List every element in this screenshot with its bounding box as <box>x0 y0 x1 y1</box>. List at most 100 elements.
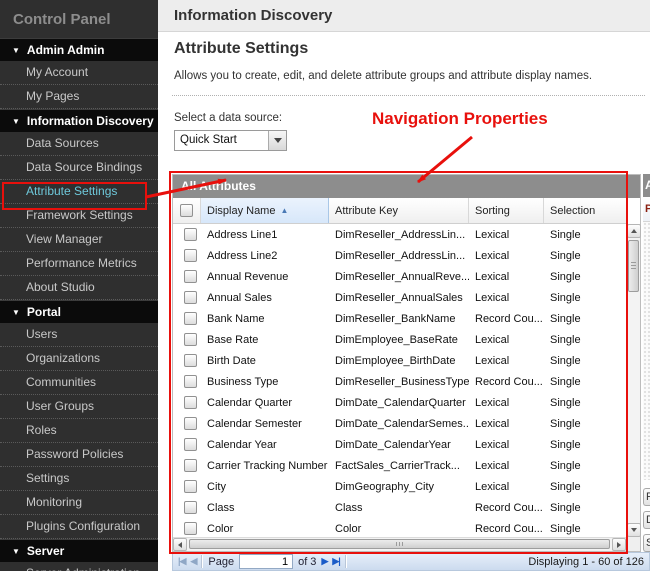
sidebar-section-portal[interactable]: ▼Portal <box>0 300 158 323</box>
table-row[interactable]: Calendar QuarterDimDate_CalendarQuarterL… <box>173 392 626 413</box>
vertical-scrollbar[interactable] <box>626 224 640 537</box>
table-row[interactable]: Birth DateDimEmployee_BirthDateLexicalSi… <box>173 350 626 371</box>
table-row[interactable]: Annual SalesDimReseller_AnnualSalesLexic… <box>173 287 626 308</box>
cell-sorting: Record Cou... <box>469 371 544 392</box>
table-row[interactable]: Business TypeDimReseller_BusinessTypeRec… <box>173 371 626 392</box>
sidebar-item-password-policies[interactable]: Password Policies <box>0 443 158 467</box>
vertical-scroll-thumb[interactable] <box>628 240 639 292</box>
sidebar-item-plugins-configuration[interactable]: Plugins Configuration <box>0 515 158 539</box>
row-checkbox[interactable] <box>184 228 197 241</box>
dropdown-button[interactable] <box>268 131 286 150</box>
cell-sorting: Record Cou... <box>469 308 544 329</box>
row-checkbox[interactable] <box>184 291 197 304</box>
sidebar-item-settings[interactable]: Settings <box>0 467 158 491</box>
clipped-button-3[interactable]: S <box>643 534 650 552</box>
page-description: Allows you to create, edit, and delete a… <box>174 70 592 82</box>
collapse-triangle-icon: ▼ <box>12 309 20 317</box>
clipped-right-buttons: P D S <box>643 488 650 557</box>
scroll-left-button[interactable] <box>173 538 187 551</box>
data-source-select[interactable]: Quick Start <box>174 130 287 151</box>
column-header-selection[interactable]: Selection <box>544 198 626 223</box>
row-checkbox[interactable] <box>184 249 197 262</box>
scroll-right-button[interactable] <box>612 538 626 551</box>
row-checkbox[interactable] <box>184 333 197 346</box>
row-checkbox[interactable] <box>184 354 197 367</box>
clipped-button-2[interactable]: D <box>643 511 650 529</box>
section-label: Information Discovery <box>27 114 154 128</box>
sidebar-section-server[interactable]: ▼Server <box>0 539 158 562</box>
cell-attribute-key: DimGeography_City <box>329 476 469 497</box>
row-checkbox[interactable] <box>184 417 197 430</box>
table-row[interactable]: CityDimGeography_CityLexicalSingle <box>173 476 626 497</box>
sidebar-item-user-groups[interactable]: User Groups <box>0 395 158 419</box>
table-row[interactable]: Carrier Tracking NumberFactSales_Carrier… <box>173 455 626 476</box>
table-row[interactable]: Annual RevenueDimReseller_AnnualReve...L… <box>173 266 626 287</box>
sidebar-item-monitoring[interactable]: Monitoring <box>0 491 158 515</box>
table-row[interactable]: ClassClassRecord Cou...Single <box>173 497 626 518</box>
sidebar-item-my-account[interactable]: My Account <box>0 61 158 85</box>
row-select-cell <box>173 308 201 329</box>
table-row[interactable]: ColorColorRecord Cou...Single <box>173 518 626 537</box>
last-page-button[interactable]: ▶| <box>332 557 339 566</box>
first-page-button[interactable]: |◀ <box>178 557 185 566</box>
header-bar: Information Discovery <box>158 0 650 32</box>
sidebar-section-information-discovery[interactable]: ▼ Information Discovery <box>0 109 158 132</box>
table-row[interactable]: Address Line1DimReseller_AddressLin...Le… <box>173 224 626 245</box>
column-header-sorting[interactable]: Sorting <box>469 198 544 223</box>
horizontal-scroll-thumb[interactable] <box>189 539 610 549</box>
control-panel-screen: Control Panel ▼Admin AdminMy AccountMy P… <box>0 0 650 571</box>
cell-sorting: Lexical <box>469 434 544 455</box>
column-header-display-name[interactable]: Display Name ▲ <box>201 198 329 223</box>
row-checkbox[interactable] <box>184 375 197 388</box>
select-all-checkbox[interactable] <box>180 204 193 217</box>
cell-sorting: Lexical <box>469 392 544 413</box>
cell-attribute-key: DimReseller_AddressLin... <box>329 245 469 266</box>
horizontal-scrollbar[interactable] <box>173 537 626 551</box>
cell-selection: Single <box>544 413 626 434</box>
sidebar-item-view-manager[interactable]: View Manager <box>0 228 158 252</box>
collapse-triangle-icon: ▼ <box>12 118 20 126</box>
row-checkbox[interactable] <box>184 480 197 493</box>
sidebar-section-admin-admin[interactable]: ▼Admin Admin <box>0 38 158 61</box>
page-number-input[interactable] <box>239 554 293 569</box>
row-checkbox[interactable] <box>184 501 197 514</box>
sidebar-item-communities[interactable]: Communities <box>0 371 158 395</box>
annotation-text: Navigation Properties <box>372 109 548 129</box>
clipped-button-1[interactable]: P <box>643 488 650 506</box>
cell-attribute-key: DimDate_CalendarYear <box>329 434 469 455</box>
row-checkbox[interactable] <box>184 312 197 325</box>
cell-attribute-key: DimEmployee_BaseRate <box>329 329 469 350</box>
next-page-button[interactable]: ▶ <box>321 557 327 566</box>
prev-page-button[interactable]: ◀ <box>190 557 196 566</box>
column-header-attribute-key[interactable]: Attribute Key <box>329 198 469 223</box>
table-row[interactable]: Base RateDimEmployee_BaseRateLexicalSing… <box>173 329 626 350</box>
sidebar-item-data-sources[interactable]: Data Sources <box>0 132 158 156</box>
cell-attribute-key: FactSales_CarrierTrack... <box>329 455 469 476</box>
arrow-up-icon <box>631 229 637 233</box>
sidebar-item-data-source-bindings[interactable]: Data Source Bindings <box>0 156 158 180</box>
table-row[interactable]: Calendar SemesterDimDate_CalendarSemes..… <box>173 413 626 434</box>
sidebar-item-attribute-settings[interactable]: Attribute Settings <box>0 180 158 204</box>
sidebar-item-organizations[interactable]: Organizations <box>0 347 158 371</box>
page-label: Page <box>208 556 234 568</box>
sidebar-item-about-studio[interactable]: About Studio <box>0 276 158 300</box>
sidebar-item-performance-metrics[interactable]: Performance Metrics <box>0 252 158 276</box>
scroll-up-button[interactable] <box>627 224 641 238</box>
table-row[interactable]: Address Line2DimReseller_AddressLin...Le… <box>173 245 626 266</box>
sidebar-item-users[interactable]: Users <box>0 323 158 347</box>
row-checkbox[interactable] <box>184 522 197 535</box>
column-label: Display Name <box>207 205 275 217</box>
sidebar-item-my-pages[interactable]: My Pages <box>0 85 158 109</box>
sidebar-item-server-administration[interactable]: Server Administration <box>0 562 158 571</box>
table-row[interactable]: Bank NameDimReseller_BankNameRecord Cou.… <box>173 308 626 329</box>
scroll-down-button[interactable] <box>627 523 641 537</box>
row-checkbox[interactable] <box>184 438 197 451</box>
cell-display-name: City <box>201 476 329 497</box>
sidebar-item-roles[interactable]: Roles <box>0 419 158 443</box>
row-checkbox[interactable] <box>184 459 197 472</box>
scrollbar-corner <box>626 537 640 551</box>
row-checkbox[interactable] <box>184 270 197 283</box>
table-row[interactable]: Calendar YearDimDate_CalendarYearLexical… <box>173 434 626 455</box>
sidebar-item-framework-settings[interactable]: Framework Settings <box>0 204 158 228</box>
row-checkbox[interactable] <box>184 396 197 409</box>
